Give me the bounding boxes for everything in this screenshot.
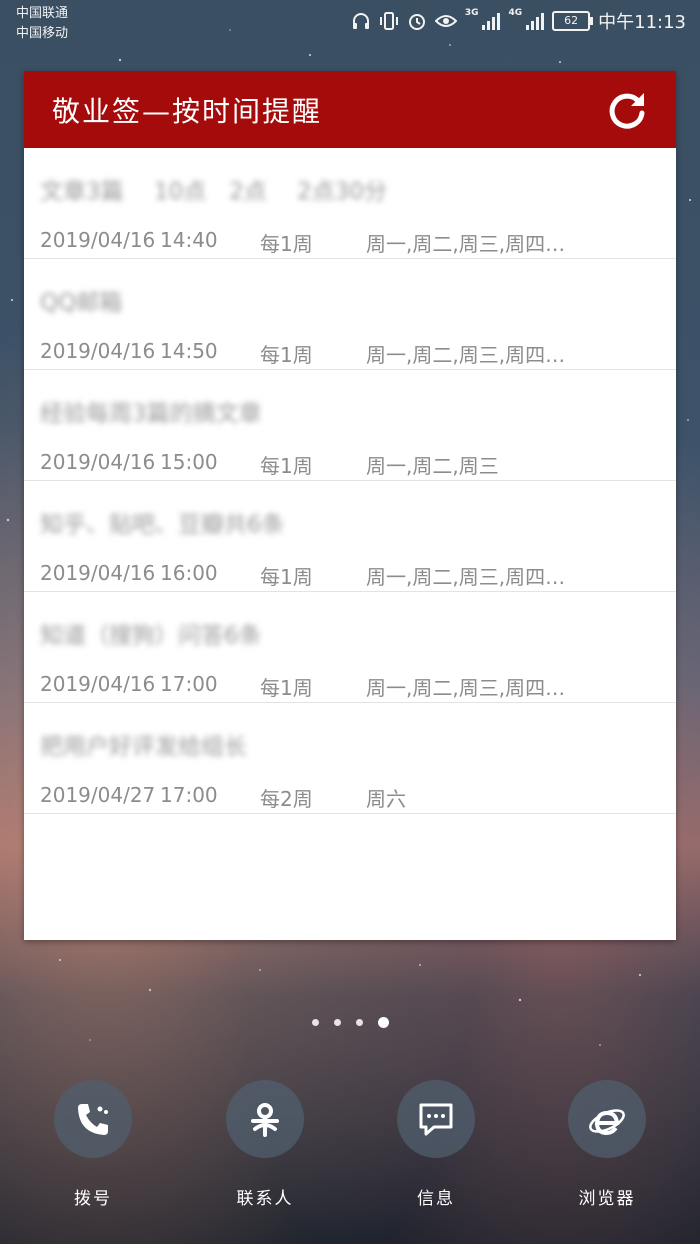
- reminder-title: 知道（搜狗）问答6条: [40, 623, 262, 649]
- reminder-time: 17:00: [160, 783, 218, 807]
- reminder-date: 2019/04/27: [40, 783, 156, 807]
- reminder-meta: 2019/04/16 16:00 每1周 周一,周二,周三,周四…: [40, 561, 565, 590]
- reminder-title: 把用户好评发给组长: [40, 734, 247, 760]
- reminder-days: 周一,周二,周三,周四…: [366, 232, 566, 256]
- signal-icon-1: [482, 12, 501, 30]
- reminder-repeat: 每1周: [260, 343, 313, 367]
- app-messages[interactable]: 信息: [366, 1080, 506, 1209]
- app-label: 联系人: [236, 1189, 294, 1209]
- reminder-title: 文章3篇 10点 2点 2点30分: [40, 179, 388, 205]
- reminder-days: 周一,周二,周三,周四…: [366, 676, 566, 700]
- status-bar: 中国联通 中国移动 3G 4G 62 中午11:13: [0, 0, 700, 50]
- reminder-date: 2019/04/16: [40, 228, 156, 252]
- reminder-days: 周六: [366, 787, 406, 811]
- reminder-time: 17:00: [160, 672, 218, 696]
- reminder-repeat: 每1周: [260, 676, 313, 700]
- network-type-2: 4G: [508, 8, 523, 18]
- reminder-date: 2019/04/16: [40, 561, 156, 585]
- browser-icon[interactable]: [568, 1080, 646, 1158]
- reminder-item[interactable]: 把用户好评发给组长 2019/04/27 17:00 每2周 周六: [24, 703, 676, 814]
- widget-header: 敬业签—按时间提醒: [24, 71, 676, 148]
- reminder-date: 2019/04/16: [40, 450, 156, 474]
- carrier-2: 中国移动: [16, 26, 69, 41]
- reminder-item[interactable]: 知道（搜狗）问答6条 2019/04/16 17:00 每1周 周一,周二,周三…: [24, 592, 676, 703]
- app-label: 拨号: [74, 1189, 112, 1209]
- reminder-title: QQ邮箱: [40, 290, 123, 316]
- reminder-meta: 2019/04/16 14:40 每1周 周一,周二,周三,周四…: [40, 228, 565, 257]
- reminder-date: 2019/04/16: [40, 672, 156, 696]
- reminder-time: 14:50: [160, 339, 218, 363]
- carrier-1: 中国联通: [16, 6, 69, 21]
- reminder-widget[interactable]: 敬业签—按时间提醒 文章3篇 10点 2点 2点30分 2019/04/16 1…: [24, 71, 676, 940]
- reminder-meta: 2019/04/16 14:50 每1周 周一,周二,周三,周四…: [40, 339, 565, 368]
- status-time: 中午11:13: [598, 12, 686, 33]
- page-dot-active[interactable]: [377, 1017, 389, 1028]
- page-dot[interactable]: [355, 1019, 363, 1026]
- contacts-icon[interactable]: [226, 1080, 304, 1158]
- reminder-repeat: 每1周: [260, 454, 313, 478]
- reminder-meta: 2019/04/16 15:00 每1周 周一,周二,周三: [40, 450, 499, 479]
- reminder-days: 周一,周二,周三,周四…: [366, 343, 566, 367]
- battery-icon: 62: [552, 11, 594, 31]
- headphones-icon: [352, 13, 369, 29]
- app-contacts[interactable]: 联系人: [195, 1080, 335, 1209]
- network-type-1: 3G: [464, 8, 479, 18]
- reminder-title: 知乎、贴吧、豆瓣共6条: [40, 512, 285, 538]
- reminder-meta: 2019/04/27 17:00 每2周 周六: [40, 783, 406, 812]
- page-indicator: [0, 1017, 700, 1028]
- page-dot[interactable]: [311, 1019, 319, 1026]
- vibrate-icon: [379, 12, 398, 30]
- reminder-meta: 2019/04/16 17:00 每1周 周一,周二,周三,周四…: [40, 672, 565, 701]
- reminder-item[interactable]: 知乎、贴吧、豆瓣共6条 2019/04/16 16:00 每1周 周一,周二,周…: [24, 481, 676, 592]
- app-dock: 拨号 联系人 信息 浏览器: [0, 1080, 700, 1220]
- app-label: 信息: [417, 1189, 455, 1209]
- reminder-item[interactable]: 经验每周3篇的摘文章 2019/04/16 15:00 每1周 周一,周二,周三: [24, 370, 676, 481]
- app-dialer[interactable]: 拨号: [23, 1080, 163, 1209]
- reminder-time: 16:00: [160, 561, 218, 585]
- reminder-item[interactable]: QQ邮箱 2019/04/16 14:50 每1周 周一,周二,周三,周四…: [24, 259, 676, 370]
- status-icons: 3G 4G 62 中午11:13: [351, 8, 686, 34]
- widget-title: 敬业签—按时间提醒: [52, 94, 323, 128]
- reminder-repeat: 每1周: [260, 232, 313, 256]
- app-label: 浏览器: [578, 1189, 636, 1209]
- reminder-date: 2019/04/16: [40, 339, 156, 363]
- alarm-icon: [408, 14, 425, 30]
- reminder-days: 周一,周二,周三: [366, 454, 499, 478]
- refresh-icon[interactable]: [606, 89, 648, 131]
- signal-icon-2: [526, 12, 545, 30]
- reminder-item[interactable]: 文章3篇 10点 2点 2点30分 2019/04/16 14:40 每1周 周…: [24, 148, 676, 259]
- reminder-repeat: 每2周: [260, 787, 313, 811]
- reminder-list: 文章3篇 10点 2点 2点30分 2019/04/16 14:40 每1周 周…: [24, 148, 676, 814]
- reminder-repeat: 每1周: [260, 565, 313, 589]
- message-icon[interactable]: [397, 1080, 475, 1158]
- reminder-days: 周一,周二,周三,周四…: [366, 565, 566, 589]
- phone-icon[interactable]: [54, 1080, 132, 1158]
- app-browser[interactable]: 浏览器: [537, 1080, 677, 1209]
- reminder-time: 14:40: [160, 228, 218, 252]
- reminder-title: 经验每周3篇的摘文章: [40, 401, 262, 427]
- eye-comfort-icon: [434, 15, 457, 27]
- reminder-time: 15:00: [160, 450, 218, 474]
- page-dot[interactable]: [333, 1019, 341, 1026]
